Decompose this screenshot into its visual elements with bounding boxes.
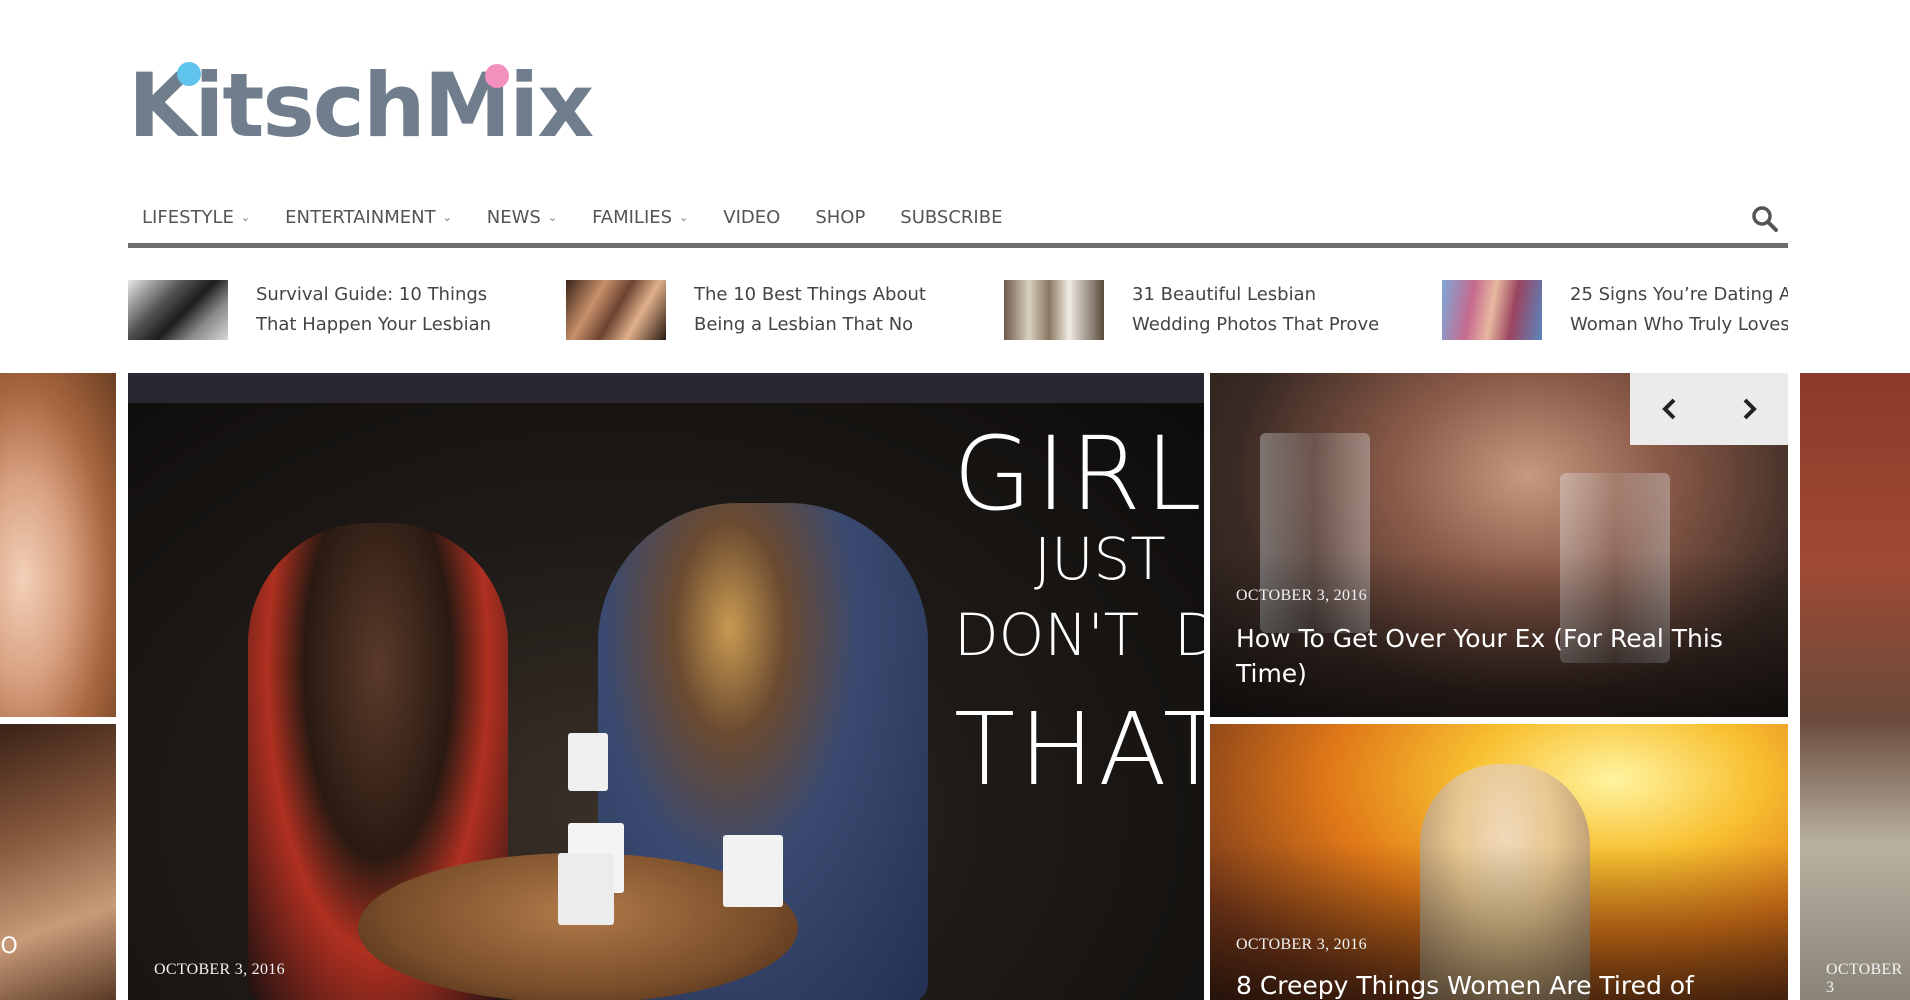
recent-posts-strip: Survival Guide: 10 Things That Happen Yo… xyxy=(128,280,1788,348)
post-title[interactable]: 8 Creepy Things Women Are Tired of xyxy=(1236,968,1776,1000)
post-date: OCTOBER 3, 2016 xyxy=(1236,936,1367,953)
nav-label: FAMILIES xyxy=(592,207,673,228)
recent-post[interactable]: The 10 Best Things About Being a Lesbian… xyxy=(566,280,1004,348)
nav-item-subscribe[interactable]: SUBSCRIBE xyxy=(900,207,1002,228)
chevron-down-icon: ⌄ xyxy=(547,211,558,224)
title-line: Wedding Photos That Prove xyxy=(1132,314,1380,335)
title-line: Woman Who Truly Loves xyxy=(1570,314,1788,335)
nav-label: VIDEO xyxy=(723,207,781,228)
title-line: The 10 Best Things About xyxy=(694,284,926,305)
cup xyxy=(568,733,608,791)
recent-post-thumbnail[interactable] xyxy=(1442,280,1542,340)
post-date: OCTOBER 3, 2016 xyxy=(154,961,285,978)
logo-dot-blue xyxy=(177,62,201,86)
slider-next-button[interactable] xyxy=(1729,389,1769,429)
nav-item-families[interactable]: FAMILIES ⌄ xyxy=(592,207,688,228)
slide-partial-left-bottom[interactable]: IO xyxy=(0,724,116,1000)
overlay-text-line: THAT xyxy=(954,691,1204,808)
title-line: 25 Signs You’re Dating A xyxy=(1570,284,1788,305)
overlay-text-line: DON'T xyxy=(954,601,1140,669)
overlay-text-line: GIRLS xyxy=(953,415,1204,534)
title-line: Being a Lesbian That No xyxy=(694,314,914,335)
overlay-text-line: JUST xyxy=(1034,525,1166,593)
recent-post-thumbnail[interactable] xyxy=(566,280,666,340)
nav-label: ENTERTAINMENT xyxy=(285,207,436,228)
recent-post-thumbnail[interactable] xyxy=(128,280,228,340)
slide-partial-text: IO xyxy=(0,934,18,959)
post-title[interactable]: How To Get Over Your Ex (For Real This T… xyxy=(1236,621,1756,691)
slide-partial-right[interactable]: OCTOBER 3 xyxy=(1800,373,1910,1000)
featured-slider: IO GIRLS JUST DON'T D THAT OCTOBER 3, 20… xyxy=(0,373,1910,1000)
title-line: Survival Guide: 10 Things xyxy=(256,284,488,305)
cup xyxy=(558,853,614,925)
ceiling-band xyxy=(128,373,1204,403)
title-line: That Happen Your Lesbian xyxy=(256,314,492,335)
nav-item-entertainment[interactable]: ENTERTAINMENT ⌄ xyxy=(285,207,452,228)
recent-post[interactable]: 25 Signs You’re Dating A Woman Who Truly… xyxy=(1442,280,1788,348)
chevron-down-icon: ⌄ xyxy=(240,211,251,224)
recent-post-title[interactable]: 25 Signs You’re Dating A Woman Who Truly… xyxy=(1570,280,1788,340)
title-line: 31 Beautiful Lesbian xyxy=(1132,284,1317,305)
post-date: OCTOBER 3, 2016 xyxy=(1236,587,1367,604)
main-nav: LIFESTYLE ⌄ ENTERTAINMENT ⌄ NEWS ⌄ FAMIL… xyxy=(128,192,1788,248)
nav-item-shop[interactable]: SHOP xyxy=(815,207,865,228)
nav-label: LIFESTYLE xyxy=(142,207,234,228)
slide-main[interactable]: GIRLS JUST DON'T D THAT OCTOBER 3, 2016 xyxy=(128,373,1204,1000)
chevron-left-icon xyxy=(1661,398,1675,420)
search-icon[interactable] xyxy=(1750,204,1780,234)
recent-post-title[interactable]: Survival Guide: 10 Things That Happen Yo… xyxy=(256,280,556,340)
nav-label: NEWS xyxy=(486,207,541,228)
post-date: OCTOBER 3 xyxy=(1826,961,1903,996)
chevron-down-icon: ⌄ xyxy=(679,211,689,224)
slider-prev-button[interactable] xyxy=(1650,389,1690,429)
nav-item-lifestyle[interactable]: LIFESTYLE ⌄ xyxy=(142,207,250,228)
nav-label: SHOP xyxy=(815,207,866,228)
recent-post-thumbnail[interactable] xyxy=(1004,280,1104,340)
chevron-down-icon: ⌄ xyxy=(442,211,452,224)
slide-partial-left-top[interactable] xyxy=(0,373,116,717)
overlay-text-line: D xyxy=(1174,601,1204,669)
chevron-right-icon xyxy=(1743,398,1757,420)
slide-bottom-right[interactable]: OCTOBER 3, 2016 8 Creepy Things Women Ar… xyxy=(1210,724,1788,1000)
recent-post-title[interactable]: The 10 Best Things About Being a Lesbian… xyxy=(694,280,994,340)
recent-post[interactable]: Survival Guide: 10 Things That Happen Yo… xyxy=(128,280,566,348)
logo-dot-pink xyxy=(485,64,509,88)
nav-item-video[interactable]: VIDEO xyxy=(723,207,780,228)
cup xyxy=(723,835,783,907)
recent-post[interactable]: 31 Beautiful Lesbian Wedding Photos That… xyxy=(1004,280,1442,348)
nav-label: SUBSCRIBE xyxy=(900,207,1003,228)
nav-item-news[interactable]: NEWS ⌄ xyxy=(487,207,557,228)
recent-post-title[interactable]: 31 Beautiful Lesbian Wedding Photos That… xyxy=(1132,280,1432,340)
slider-controls xyxy=(1630,373,1788,445)
